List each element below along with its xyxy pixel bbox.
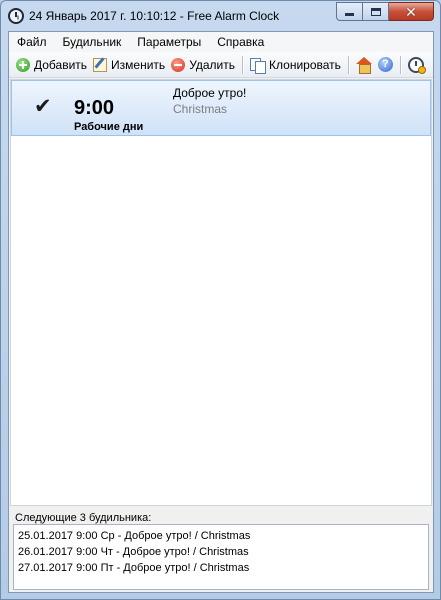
upcoming-alarms-label: Следующие 3 будильника: bbox=[15, 512, 152, 524]
edit-button-label: Изменить bbox=[111, 57, 166, 72]
menu-help[interactable]: Справка bbox=[209, 32, 272, 52]
alarm-clock-icon[interactable] bbox=[8, 8, 24, 24]
minimize-button[interactable] bbox=[336, 2, 363, 21]
menu-options[interactable]: Параметры bbox=[129, 32, 209, 52]
badge-icon bbox=[417, 65, 426, 74]
toolbar-separator bbox=[399, 55, 401, 74]
alarm-message: Доброе утро! bbox=[173, 86, 247, 100]
close-icon: ✕ bbox=[405, 3, 417, 20]
app-window: 24 Январь 2017 г. 10:10:12 - Free Alarm … bbox=[0, 0, 441, 600]
maximize-button[interactable] bbox=[363, 2, 389, 21]
caption-buttons: ✕ bbox=[336, 2, 434, 21]
upcoming-alarm-line: 27.01.2017 9:00 Пт - Доброе утро! / Chri… bbox=[18, 562, 250, 574]
upcoming-alarm-line: 25.01.2017 9:00 Ср - Доброе утро! / Chri… bbox=[18, 530, 251, 542]
alarm-list[interactable]: ✔ 9:00 Рабочие дни Доброе утро! Christma… bbox=[10, 79, 432, 506]
add-icon bbox=[16, 57, 30, 72]
minimize-icon bbox=[345, 13, 354, 16]
help-icon[interactable]: ? bbox=[377, 57, 393, 72]
alarm-days: Рабочие дни bbox=[74, 121, 144, 133]
delete-button-label: Удалить bbox=[189, 57, 236, 72]
alarm-sound: Christmas bbox=[173, 102, 228, 116]
home-icon[interactable] bbox=[355, 57, 372, 74]
delete-icon bbox=[171, 57, 186, 72]
clone-button[interactable]: Клонировать bbox=[247, 54, 344, 76]
maximize-icon bbox=[370, 7, 381, 16]
menu-alarm[interactable]: Будильник bbox=[55, 32, 130, 52]
upcoming-alarms-box: 25.01.2017 9:00 Ср - Доброе утро! / Chri… bbox=[13, 524, 429, 590]
edit-icon bbox=[93, 57, 108, 72]
add-button[interactable]: Добавить bbox=[13, 54, 90, 76]
alarm-time: 9:00 bbox=[74, 97, 115, 119]
menu-bar: Файл Будильник Параметры Справка bbox=[9, 32, 433, 52]
window-title: 24 Январь 2017 г. 10:10:12 - Free Alarm … bbox=[29, 9, 280, 23]
alarm-clock-settings-icon[interactable] bbox=[407, 56, 426, 74]
toolbar-separator bbox=[242, 55, 244, 74]
close-button[interactable]: ✕ bbox=[389, 2, 434, 21]
toolbar: Добавить Изменить Удалить Клонировать ? bbox=[9, 52, 433, 78]
title-bar[interactable]: 24 Январь 2017 г. 10:10:12 - Free Alarm … bbox=[1, 1, 440, 31]
toolbar-separator bbox=[347, 55, 349, 74]
menu-file[interactable]: Файл bbox=[9, 32, 55, 52]
clone-icon bbox=[250, 57, 267, 74]
clone-button-label: Клонировать bbox=[269, 57, 341, 72]
alarm-enabled-checkmark-icon[interactable]: ✔ bbox=[34, 96, 56, 117]
alarm-row[interactable]: ✔ 9:00 Рабочие дни Доброе утро! Christma… bbox=[11, 80, 431, 136]
delete-button[interactable]: Удалить bbox=[168, 54, 238, 76]
client-area: Файл Будильник Параметры Справка Добавит… bbox=[8, 31, 434, 593]
edit-button[interactable]: Изменить bbox=[90, 54, 168, 76]
add-button-label: Добавить bbox=[34, 57, 88, 72]
upcoming-alarm-line: 26.01.2017 9:00 Чт - Доброе утро! / Chri… bbox=[18, 546, 249, 558]
